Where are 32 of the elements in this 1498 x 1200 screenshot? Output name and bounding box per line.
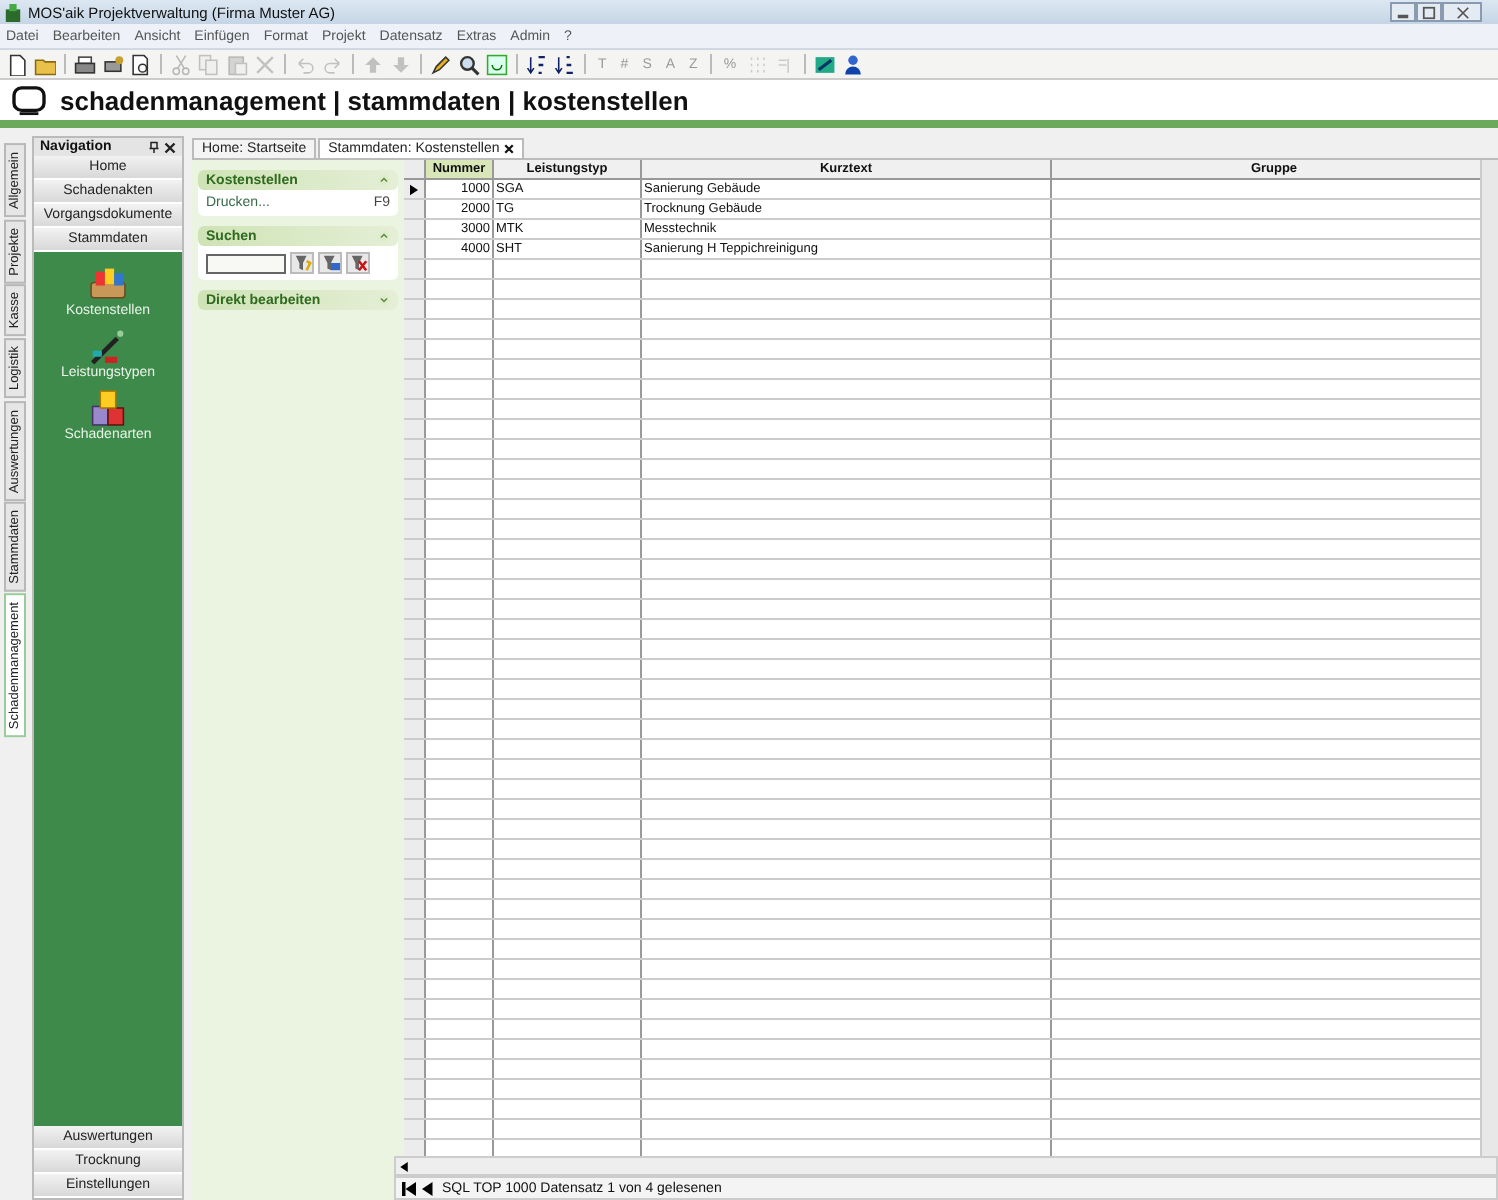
restore-icon (1420, 5, 1438, 19)
close-button[interactable] (1442, 2, 1482, 22)
chevron-icon[interactable] (378, 294, 390, 306)
chevron-icon[interactable] (378, 230, 390, 242)
app-icon (4, 3, 22, 21)
restore-button[interactable] (1416, 2, 1442, 22)
module-icon[interactable] (86, 388, 130, 428)
preview-icon[interactable] (130, 53, 152, 75)
chevron-icon[interactable] (378, 174, 390, 186)
close-icon[interactable] (164, 141, 176, 153)
previous-record-icon[interactable] (422, 1181, 436, 1196)
filter-button[interactable] (290, 252, 314, 274)
minimize-button[interactable] (1390, 2, 1416, 22)
pin-icon[interactable] (148, 140, 160, 154)
current-row-icon (410, 183, 418, 195)
sort-ascending-icon[interactable] (526, 53, 548, 75)
vertical-scrollbar[interactable] (1480, 160, 1498, 1156)
module-icon[interactable] (86, 264, 130, 304)
row-selector[interactable] (404, 180, 426, 198)
clear-filter-button[interactable] (346, 252, 370, 274)
horizontal-scrollbar[interactable] (394, 1156, 1498, 1177)
left-arrow-icon[interactable] (400, 1161, 408, 1172)
monitor-icon (12, 85, 46, 115)
magnifier-icon[interactable] (458, 53, 480, 75)
person-icon[interactable] (842, 53, 865, 75)
close-icon (1453, 5, 1471, 19)
filter-list-button[interactable] (318, 252, 342, 274)
first-record-icon[interactable] (402, 1181, 416, 1196)
breadcrumb-title: schadenmanagement | stammdaten | kostenstellen (60, 85, 689, 115)
sort-descending-icon[interactable] (554, 53, 576, 75)
search-field[interactable] (206, 253, 286, 273)
close-icon[interactable] (503, 144, 514, 154)
